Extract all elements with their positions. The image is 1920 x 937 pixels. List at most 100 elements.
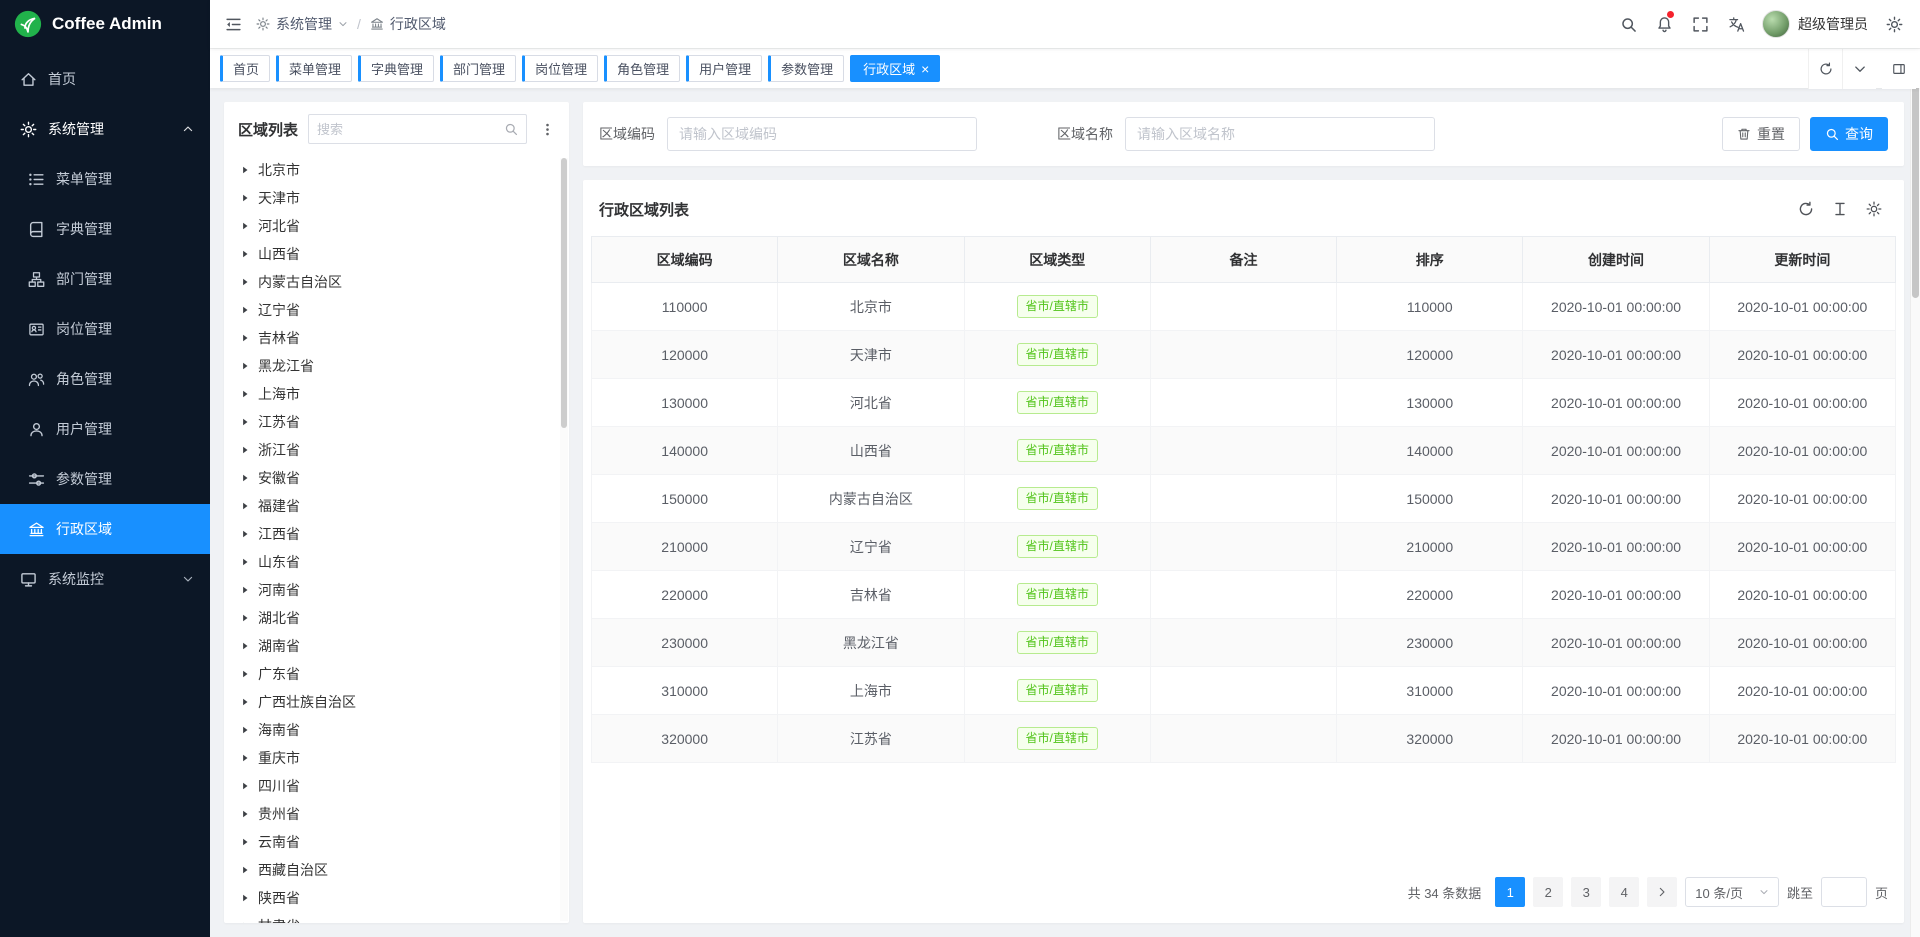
tree-item[interactable]: 吉林省	[224, 324, 569, 352]
tree-item[interactable]: 黑龙江省	[224, 352, 569, 380]
table-row[interactable]: 310000 上海市 省市/直辖市 310000 2020-10-01 00:0…	[592, 667, 1896, 715]
caret-right-icon[interactable]	[240, 921, 250, 923]
tree-item[interactable]: 河北省	[224, 212, 569, 240]
tabs-menu-button[interactable]	[1842, 49, 1876, 89]
tree-item[interactable]: 山西省	[224, 240, 569, 268]
search-icon[interactable]	[504, 122, 518, 136]
caret-right-icon[interactable]	[240, 389, 250, 399]
settings-button[interactable]	[1876, 3, 1912, 45]
caret-right-icon[interactable]	[240, 865, 250, 875]
sidebar-item-parameter[interactable]: 参数管理	[0, 454, 210, 504]
tree-item[interactable]: 贵州省	[224, 800, 569, 828]
table-row[interactable]: 140000 山西省 省市/直辖市 140000 2020-10-01 00:0…	[592, 427, 1896, 475]
page-scrollbar[interactable]	[1910, 48, 1920, 937]
tree-item[interactable]: 福建省	[224, 492, 569, 520]
column-header[interactable]: 更新时间	[1709, 237, 1895, 283]
tab[interactable]: 首页 ×	[220, 55, 270, 82]
user-menu[interactable]: 超级管理员	[1762, 10, 1868, 38]
sidebar-item-region[interactable]: 行政区域	[0, 504, 210, 554]
scrollbar-thumb[interactable]	[561, 158, 567, 428]
column-header[interactable]: 区域名称	[778, 237, 964, 283]
column-header[interactable]: 区域编码	[592, 237, 778, 283]
caret-right-icon[interactable]	[240, 725, 250, 735]
jump-page-input[interactable]	[1821, 877, 1867, 907]
table-row[interactable]: 110000 北京市 省市/直辖市 110000 2020-10-01 00:0…	[592, 283, 1896, 331]
refresh-tabs-button[interactable]	[1808, 49, 1842, 89]
tree-scrollbar[interactable]	[560, 158, 568, 921]
page-button[interactable]: 1	[1495, 877, 1525, 907]
sidebar-item-dictionary[interactable]: 字典管理	[0, 204, 210, 254]
next-page-button[interactable]	[1647, 877, 1677, 907]
tab[interactable]: 部门管理 ×	[440, 55, 516, 82]
caret-right-icon[interactable]	[240, 445, 250, 455]
caret-right-icon[interactable]	[240, 781, 250, 791]
query-button[interactable]: 查询	[1810, 117, 1888, 151]
tab[interactable]: 行政区域 ×	[850, 55, 940, 82]
tree-item[interactable]: 河南省	[224, 576, 569, 604]
caret-right-icon[interactable]	[240, 193, 250, 203]
caret-right-icon[interactable]	[240, 697, 250, 707]
tree-item[interactable]: 天津市	[224, 184, 569, 212]
tree-item[interactable]: 上海市	[224, 380, 569, 408]
sidebar-item-department[interactable]: 部门管理	[0, 254, 210, 304]
column-settings-button[interactable]	[1860, 195, 1888, 223]
tree-item[interactable]: 江西省	[224, 520, 569, 548]
caret-right-icon[interactable]	[240, 893, 250, 903]
translate-button[interactable]	[1718, 3, 1754, 45]
search-button[interactable]	[1610, 3, 1646, 45]
sidebar-item-menu[interactable]: 菜单管理	[0, 154, 210, 204]
tree-item[interactable]: 甘肃省	[224, 912, 569, 923]
tree-item[interactable]: 辽宁省	[224, 296, 569, 324]
page-button[interactable]: 2	[1533, 877, 1563, 907]
caret-right-icon[interactable]	[240, 809, 250, 819]
scrollbar-thumb[interactable]	[1912, 58, 1919, 298]
tree-item[interactable]: 江苏省	[224, 408, 569, 436]
tree-item[interactable]: 重庆市	[224, 744, 569, 772]
tree-item[interactable]: 山东省	[224, 548, 569, 576]
fullscreen-button[interactable]	[1682, 3, 1718, 45]
caret-right-icon[interactable]	[240, 557, 250, 567]
table-row[interactable]: 230000 黑龙江省 省市/直辖市 230000 2020-10-01 00:…	[592, 619, 1896, 667]
sidebar-item-role[interactable]: 角色管理	[0, 354, 210, 404]
caret-right-icon[interactable]	[240, 837, 250, 847]
caret-right-icon[interactable]	[240, 249, 250, 259]
sidebar-item-post[interactable]: 岗位管理	[0, 304, 210, 354]
caret-right-icon[interactable]	[240, 333, 250, 343]
caret-right-icon[interactable]	[240, 641, 250, 651]
tab[interactable]: 参数管理 ×	[768, 55, 844, 82]
tree-more-button[interactable]	[537, 116, 557, 142]
page-size-select[interactable]: 10 条/页	[1685, 877, 1779, 907]
region-code-input[interactable]	[667, 117, 977, 151]
caret-right-icon[interactable]	[240, 669, 250, 679]
tree-item[interactable]: 湖南省	[224, 632, 569, 660]
tree-item[interactable]: 广东省	[224, 660, 569, 688]
caret-right-icon[interactable]	[240, 753, 250, 763]
caret-right-icon[interactable]	[240, 501, 250, 511]
tree-search-input[interactable]	[317, 122, 504, 137]
region-name-input[interactable]	[1125, 117, 1435, 151]
breadcrumb-section[interactable]: 系统管理	[276, 14, 332, 34]
tree-item[interactable]: 湖北省	[224, 604, 569, 632]
column-header[interactable]: 创建时间	[1523, 237, 1709, 283]
tree-item[interactable]: 内蒙古自治区	[224, 268, 569, 296]
reset-button[interactable]: 重置	[1722, 117, 1800, 151]
column-header[interactable]: 区域类型	[964, 237, 1150, 283]
table-row[interactable]: 150000 内蒙古自治区 省市/直辖市 150000 2020-10-01 0…	[592, 475, 1896, 523]
density-button[interactable]	[1826, 195, 1854, 223]
column-header[interactable]: 排序	[1337, 237, 1523, 283]
notifications-button[interactable]	[1646, 3, 1682, 45]
caret-right-icon[interactable]	[240, 305, 250, 315]
tree-item[interactable]: 广西壮族自治区	[224, 688, 569, 716]
table-row[interactable]: 120000 天津市 省市/直辖市 120000 2020-10-01 00:0…	[592, 331, 1896, 379]
caret-right-icon[interactable]	[240, 277, 250, 287]
caret-right-icon[interactable]	[240, 613, 250, 623]
table-row[interactable]: 130000 河北省 省市/直辖市 130000 2020-10-01 00:0…	[592, 379, 1896, 427]
page-button[interactable]: 3	[1571, 877, 1601, 907]
tab[interactable]: 角色管理 ×	[604, 55, 680, 82]
tree-item[interactable]: 陕西省	[224, 884, 569, 912]
tree-item[interactable]: 西藏自治区	[224, 856, 569, 884]
tree-item[interactable]: 安徽省	[224, 464, 569, 492]
page-button[interactable]: 4	[1609, 877, 1639, 907]
caret-right-icon[interactable]	[240, 361, 250, 371]
tab[interactable]: 菜单管理 ×	[276, 55, 352, 82]
